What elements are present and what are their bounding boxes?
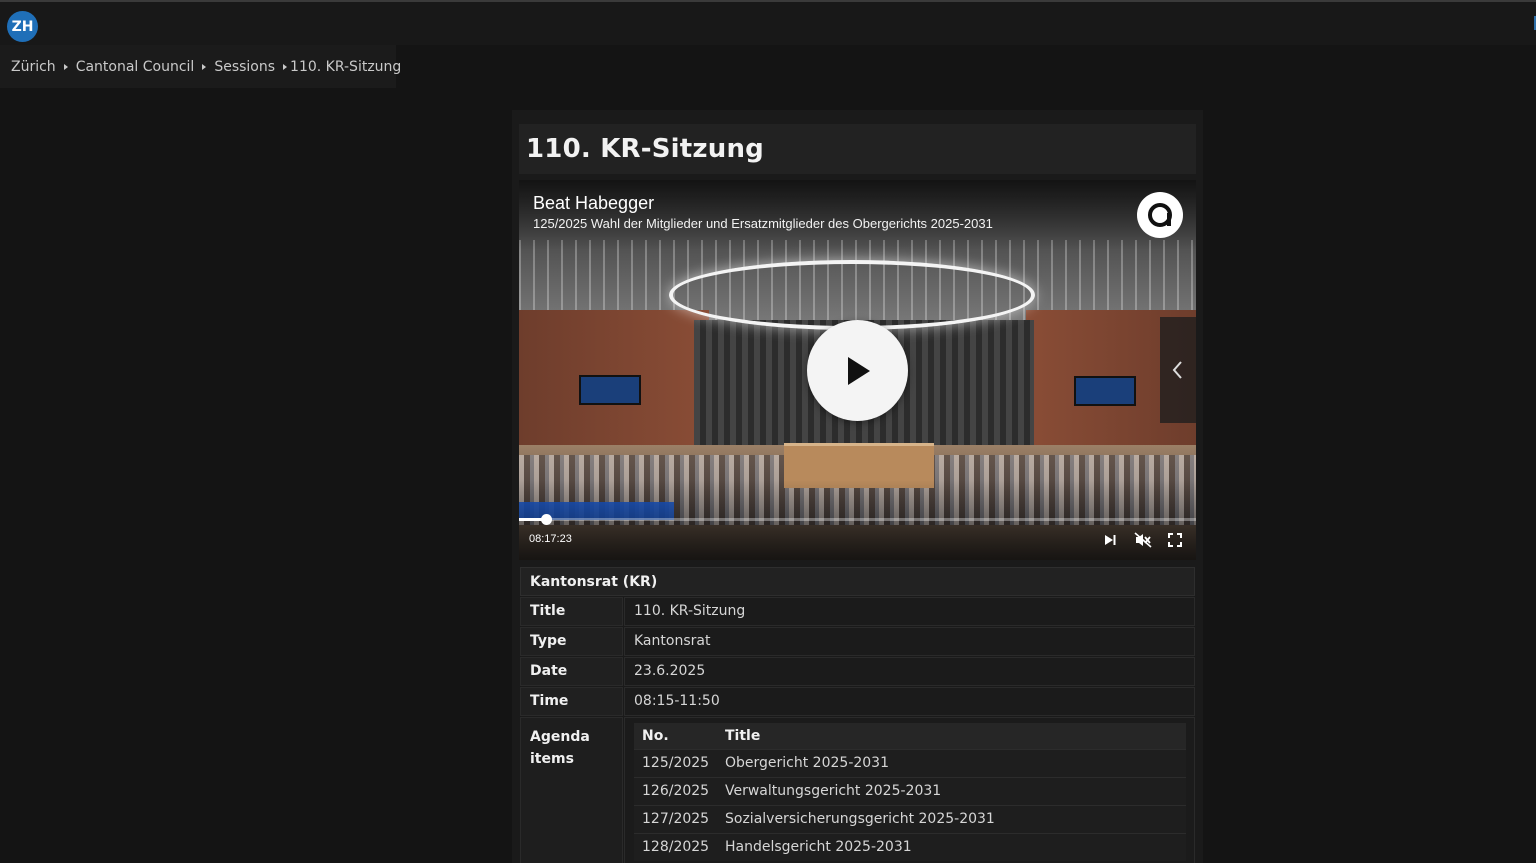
table-row[interactable]: 126/2025 Verwaltungsgericht 2025-2031 (634, 776, 1186, 805)
side-panel-toggle[interactable] (1160, 317, 1196, 423)
fullscreen-button[interactable] (1165, 530, 1185, 550)
table-row[interactable]: 128/2025 Handelsgericht 2025-2031 (634, 832, 1186, 861)
breadcrumb-separator-icon (202, 63, 207, 70)
speaker-name: Beat Habegger (533, 193, 655, 213)
page-title: 110. KR-Sitzung (526, 134, 764, 164)
session-card: 110. KR-Sitzung Beat Habegger 125/2025 W… (512, 110, 1203, 863)
progress-bar[interactable] (519, 514, 1196, 525)
session-info-table: Kantonsrat (KR) Title 110. KR-Sitzung Ty… (520, 567, 1195, 863)
agenda-item-no: 127/2025 (634, 804, 717, 833)
info-value: 08:15-11:50 (624, 686, 1195, 716)
info-label: Time (520, 686, 623, 716)
breadcrumb-separator-icon (283, 63, 288, 70)
agenda-item-title[interactable]: Obergericht 2025-2031 (717, 748, 1186, 777)
info-value: Kantonsrat (624, 626, 1195, 656)
skip-next-button[interactable] (1100, 530, 1120, 550)
zh-logo[interactable]: ZH (7, 11, 38, 42)
agenda-subtitle: 125/2025 Wahl der Mitglieder und Ersatzm… (533, 216, 993, 231)
breadcrumb: Zürich Cantonal Council Sessions 110. KR… (0, 45, 401, 88)
table-row[interactable]: 125/2025 Obergericht 2025-2031 (634, 748, 1186, 777)
info-header: Kantonsrat (KR) (520, 567, 1195, 596)
info-label: Type (520, 626, 623, 656)
fullscreen-icon (1168, 533, 1182, 547)
agenda-item-title[interactable]: Sozialversicherungsgericht 2025-2031 (717, 804, 1186, 833)
play-icon (847, 356, 870, 385)
info-value: 110. KR-Sitzung (624, 596, 1195, 626)
info-row-title: Title 110. KR-Sitzung (520, 596, 1195, 626)
info-row-type: Type Kantonsrat (520, 626, 1195, 656)
title-bar: 110. KR-Sitzung (519, 124, 1196, 174)
agenda-item-title[interactable]: Verwaltungsgericht 2025-2031 (717, 776, 1186, 805)
breadcrumb-item-sessions[interactable]: Sessions (214, 59, 275, 75)
a-logo-icon[interactable] (1137, 192, 1183, 238)
info-label: Date (520, 656, 623, 686)
chevron-left-icon (1172, 361, 1182, 379)
agenda-col-no: No. (634, 723, 717, 749)
agenda-col-title: Title (717, 723, 1186, 749)
mute-icon (1134, 532, 1152, 548)
play-button[interactable] (807, 320, 908, 421)
breadcrumb-separator-icon (63, 63, 68, 70)
breadcrumb-item-zurich[interactable]: Zürich (11, 59, 56, 75)
progress-handle[interactable] (541, 514, 553, 525)
info-value: 23.6.2025 (624, 656, 1195, 686)
agenda-item-title[interactable]: Handelsgericht 2025-2031 (717, 832, 1186, 861)
breadcrumb-item-current: 110. KR-Sitzung (290, 58, 402, 75)
top-bar: ZH (0, 0, 1536, 45)
table-row[interactable]: 127/2025 Sozialversicherungsgericht 2025… (634, 804, 1186, 833)
timecode: 08:17:23 (529, 533, 572, 545)
info-label: Title (520, 596, 623, 626)
agenda-container: No. Title 125/2025 Obergericht 2025-2031… (624, 717, 1195, 863)
breadcrumb-item-cantonal-council[interactable]: Cantonal Council (76, 59, 195, 75)
agenda-item-no: 125/2025 (634, 748, 717, 777)
info-row-time: Time 08:15-11:50 (520, 686, 1195, 716)
video-scene-screen-left (579, 375, 641, 405)
agenda-item-no: 128/2025 (634, 832, 717, 861)
agenda-table: No. Title 125/2025 Obergericht 2025-2031… (634, 723, 1186, 861)
info-row-agenda: Agenda items No. Title 125/2025 Obergeri… (520, 717, 1195, 863)
info-row-date: Date 23.6.2025 (520, 656, 1195, 686)
mute-button[interactable] (1133, 530, 1153, 550)
video-player[interactable]: Beat Habegger 125/2025 Wahl der Mitglied… (519, 180, 1196, 560)
video-top-shade (519, 180, 1196, 250)
agenda-label: Agenda items (520, 717, 623, 863)
video-scene-screen-right (1074, 376, 1136, 406)
agenda-header-row: No. Title (634, 723, 1186, 749)
skip-next-icon (1105, 535, 1116, 545)
agenda-item-no: 126/2025 (634, 776, 717, 805)
